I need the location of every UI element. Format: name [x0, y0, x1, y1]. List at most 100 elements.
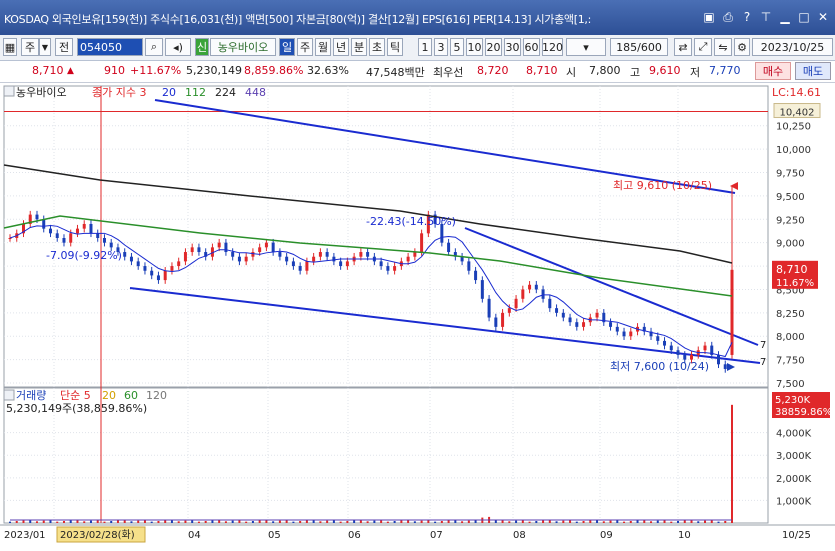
sell-button[interactable]: 매도 — [795, 62, 831, 80]
candle-body — [386, 266, 390, 271]
candle-body — [89, 223, 93, 234]
last-pct-label: 11.67% — [776, 278, 814, 289]
candle-body — [75, 228, 79, 234]
date-input[interactable]: 2023/10/25 — [752, 38, 833, 56]
stock-code-input[interactable]: 054050 — [77, 38, 143, 56]
period-button-0[interactable]: 일 — [279, 38, 295, 56]
candle-body — [420, 233, 424, 253]
mode-select-2[interactable]: 전 — [55, 38, 73, 56]
candle-body — [62, 238, 66, 243]
interval-button-10[interactable]: 10 — [466, 38, 483, 56]
candle-body — [480, 280, 484, 299]
volume-bar — [447, 520, 450, 523]
volume-bar — [245, 521, 248, 523]
stock-chart-svg[interactable]: 10,25010,0009,7509,5009,2509,0008,7508,5… — [0, 83, 835, 548]
price-tick-label: 9,500 — [776, 192, 805, 203]
candle-body — [663, 340, 667, 346]
price-legend-title: 종가 지수 3 — [92, 86, 146, 99]
interval-button-1[interactable]: 1 — [418, 38, 432, 56]
volume-bar — [319, 521, 322, 523]
search-icon[interactable]: ⌕ — [145, 38, 163, 56]
volume-bar — [22, 520, 25, 523]
volume-bar — [670, 521, 673, 523]
candle-body — [339, 261, 343, 267]
volume-bar — [231, 520, 234, 523]
sync-icon[interactable]: ⇋ — [714, 38, 732, 56]
period-button-4[interactable]: 분 — [351, 38, 367, 56]
price-tick-label: 7,750 — [776, 356, 805, 367]
collapse-icon — [3, 85, 15, 97]
credit-badge: 신 — [195, 38, 209, 56]
pin-icon[interactable]: ⊤ — [758, 9, 774, 25]
volume-legend-ma: 단순 5 — [60, 389, 91, 402]
volume-bar — [89, 520, 92, 523]
interval-button-5[interactable]: 5 — [450, 38, 464, 56]
period-button-1[interactable]: 주 — [297, 38, 313, 56]
candle-body — [561, 312, 565, 318]
interval-button-3[interactable]: 3 — [434, 38, 448, 56]
help-icon[interactable]: ? — [739, 9, 755, 25]
best-bid: 8,710 — [526, 64, 558, 77]
print-icon[interactable]: ⎙ — [720, 9, 736, 25]
volume-bar — [251, 520, 254, 523]
ref-price-label: 10,402 — [780, 108, 815, 119]
volume-bar — [656, 520, 659, 523]
volume-collapse-icon — [3, 389, 15, 401]
period-button-6[interactable]: 틱 — [387, 38, 403, 56]
candle-body — [271, 242, 275, 253]
candle-body — [55, 233, 59, 238]
volume-bar — [629, 520, 632, 523]
candle-body — [136, 261, 140, 267]
period-button-3[interactable]: 년 — [333, 38, 349, 56]
trade-amount: 47,548백만 — [366, 66, 425, 79]
period-dropdown[interactable]: ▾ — [566, 38, 606, 56]
interval-button-60[interactable]: 60 — [523, 38, 540, 56]
interval-button-30[interactable]: 30 — [504, 38, 521, 56]
candle-body — [487, 298, 491, 318]
chart-area[interactable]: 10,25010,0009,7509,5009,2509,0008,7508,5… — [0, 83, 835, 548]
period-button-2[interactable]: 월 — [315, 38, 331, 56]
volume-ma-legend-60: 60 — [124, 389, 138, 402]
candle-body — [278, 252, 282, 257]
volume-tick-label: 3,000K — [776, 451, 812, 462]
candle-body — [447, 242, 451, 253]
close-icon[interactable]: ✕ — [815, 9, 831, 25]
candle-body — [609, 322, 613, 327]
interval-button-20[interactable]: 20 — [485, 38, 502, 56]
gear-icon[interactable]: ⚙ — [734, 38, 750, 56]
volume-bar — [177, 521, 180, 523]
best-ask: 8,720 — [477, 64, 509, 77]
candle-body — [197, 247, 201, 253]
up-arrow-icon: ▲ — [67, 66, 74, 76]
interval-button-120[interactable]: 120 — [542, 38, 563, 56]
price-tick-label: 7,500 — [776, 379, 805, 390]
period-button-5[interactable]: 초 — [369, 38, 385, 56]
volume-bar — [339, 521, 342, 523]
grid-icon[interactable]: ▦ — [3, 38, 17, 56]
compare-icon[interactable]: ⇄ — [674, 38, 692, 56]
volume-bar — [683, 520, 686, 523]
minimize-icon[interactable]: ▁ — [777, 9, 793, 25]
candle-body — [264, 242, 268, 248]
x-axis-label: 09 — [600, 530, 613, 541]
x-axis-label: 05 — [268, 530, 281, 541]
chevron-down-icon[interactable]: ▼ — [39, 38, 51, 56]
candle-body — [555, 308, 559, 313]
volume-bar — [542, 520, 545, 523]
volume-bar — [204, 520, 207, 523]
zoom-icon[interactable]: ⤢ — [694, 38, 712, 56]
volume-bar — [650, 521, 653, 523]
volume-bar — [299, 520, 302, 523]
candle-body — [224, 242, 228, 253]
volume-bar — [704, 520, 707, 523]
link-icon[interactable]: ▣ — [701, 9, 717, 25]
mode-select-1[interactable]: 주 — [21, 38, 39, 56]
volume-bar — [582, 520, 585, 523]
buy-button[interactable]: 매수 — [755, 62, 791, 80]
maximize-icon[interactable]: □ — [796, 9, 812, 25]
volume-bar — [157, 520, 160, 523]
candle-body — [359, 252, 363, 257]
volume-last-label: 5,230K — [775, 395, 811, 406]
volume-legend-title: 거래량 — [16, 389, 46, 402]
speaker-icon[interactable]: ◂) — [165, 38, 191, 56]
